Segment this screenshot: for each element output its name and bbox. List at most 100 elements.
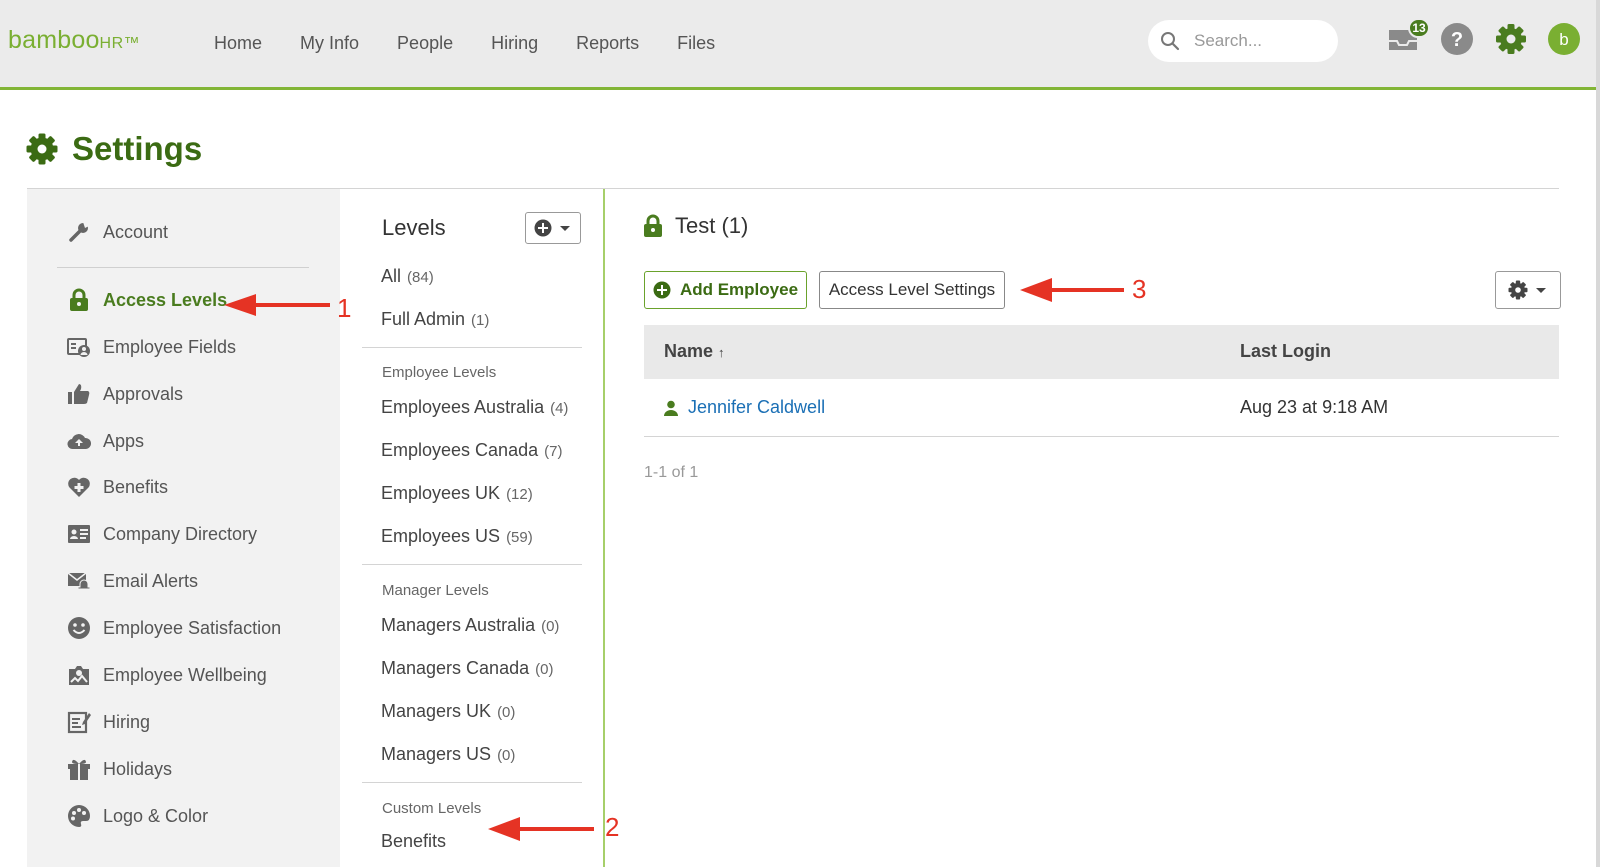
palette-icon bbox=[67, 804, 91, 828]
nav-reports[interactable]: Reports bbox=[576, 33, 639, 54]
avatar-icon: b bbox=[1548, 23, 1580, 55]
level-label: Full Admin bbox=[381, 309, 466, 329]
sidebar-item-employee-fields[interactable]: Employee Fields bbox=[67, 332, 236, 362]
sidebar-item-account[interactable]: Account bbox=[67, 217, 168, 247]
add-employee-label: Add Employee bbox=[679, 280, 799, 299]
sidebar-item-label: Employee Fields bbox=[103, 336, 237, 357]
level-count: (0) bbox=[497, 704, 516, 721]
access-level-settings-button[interactable]: Access Level Settings bbox=[819, 271, 1005, 309]
level-count: (1) bbox=[471, 312, 490, 329]
employee-name-link[interactable]: Jennifer Caldwell bbox=[688, 397, 825, 418]
top-nav-bar: bambooHR™ Home My Info People Hiring Rep… bbox=[0, 0, 1600, 90]
level-all[interactable]: All (84) bbox=[381, 266, 434, 287]
sidebar-item-email-alerts[interactable]: Email Alerts bbox=[67, 566, 198, 596]
column-name-header[interactable]: Name ↑ bbox=[664, 341, 725, 362]
help-icon: ? bbox=[1441, 23, 1473, 55]
level-label: Employees US bbox=[381, 526, 501, 546]
levels-divider bbox=[362, 782, 582, 783]
sidebar-item-label: Apps bbox=[103, 430, 145, 451]
bamboohr-logo[interactable]: bambooHR™ bbox=[8, 26, 140, 55]
profile-avatar[interactable]: b bbox=[1547, 22, 1581, 56]
table-row: Jennifer Caldwell Aug 23 at 9:18 AM bbox=[644, 379, 1559, 437]
caret-down-icon bbox=[560, 226, 570, 231]
last-login-value: Aug 23 at 9:18 AM bbox=[1240, 397, 1389, 417]
person-icon bbox=[664, 400, 678, 421]
sidebar-item-employee-wellbeing[interactable]: Employee Wellbeing bbox=[67, 660, 267, 690]
sidebar-item-apps[interactable]: Apps bbox=[67, 426, 144, 456]
annotation-arrow-2 bbox=[488, 817, 594, 841]
level-options-dropdown[interactable] bbox=[1495, 271, 1561, 309]
cloud-upload-icon bbox=[67, 429, 91, 453]
levels-divider bbox=[362, 564, 582, 565]
nav-hiring[interactable]: Hiring bbox=[491, 33, 538, 54]
custom-levels-heading: Custom Levels bbox=[382, 800, 482, 817]
level-employees-us[interactable]: Employees US (59) bbox=[381, 526, 533, 547]
level-full-admin[interactable]: Full Admin (1) bbox=[381, 309, 489, 330]
window-scrollbar[interactable] bbox=[1596, 0, 1600, 867]
access-level-settings-label: Access Level Settings bbox=[828, 280, 996, 299]
annotation-number-1: 1 bbox=[337, 293, 352, 323]
pagination-info: 1-1 of 1 bbox=[644, 464, 699, 481]
sidebar-item-label: Logo & Color bbox=[103, 805, 209, 826]
sidebar-item-label: Holidays bbox=[103, 758, 173, 779]
level-label: Managers UK bbox=[381, 701, 492, 721]
help-button[interactable]: ? bbox=[1440, 22, 1474, 56]
level-label: All bbox=[381, 266, 402, 286]
level-title: Test (1) bbox=[643, 213, 748, 239]
sidebar-item-access-levels[interactable]: Access Levels bbox=[67, 285, 227, 315]
manager-levels-heading: Manager Levels bbox=[382, 582, 489, 599]
sidebar-item-label: Hiring bbox=[103, 711, 151, 732]
svg-text:?: ? bbox=[1451, 29, 1463, 51]
level-employees-canada[interactable]: Employees Canada (7) bbox=[381, 440, 562, 461]
gift-icon bbox=[67, 757, 91, 781]
settings-button[interactable] bbox=[1494, 22, 1528, 56]
sidebar-item-hiring[interactable]: Hiring bbox=[67, 707, 150, 737]
level-managers-us[interactable]: Managers US (0) bbox=[381, 744, 515, 765]
wellbeing-icon bbox=[67, 663, 91, 687]
directory-card-icon bbox=[67, 522, 91, 546]
levels-divider bbox=[362, 347, 582, 348]
level-managers-australia[interactable]: Managers Australia (0) bbox=[381, 615, 559, 636]
add-employee-button[interactable]: Add Employee bbox=[644, 271, 807, 309]
level-label: Managers Canada bbox=[381, 658, 530, 678]
level-count: (0) bbox=[497, 747, 516, 764]
level-benefits[interactable]: Benefits bbox=[381, 831, 446, 852]
nav-people[interactable]: People bbox=[397, 33, 453, 54]
level-employees-uk[interactable]: Employees UK (12) bbox=[381, 483, 533, 504]
svg-text:b: b bbox=[1559, 30, 1568, 49]
sidebar-item-holidays[interactable]: Holidays bbox=[67, 754, 172, 784]
column-last-login-header[interactable]: Last Login bbox=[1240, 341, 1331, 362]
level-employees-australia[interactable]: Employees Australia (4) bbox=[381, 397, 568, 418]
nav-files[interactable]: Files bbox=[677, 33, 715, 54]
caret-down-icon bbox=[1536, 288, 1546, 293]
level-managers-uk[interactable]: Managers UK (0) bbox=[381, 701, 515, 722]
level-count: (12) bbox=[506, 486, 533, 503]
sidebar-item-approvals[interactable]: Approvals bbox=[67, 379, 183, 409]
sidebar-item-benefits[interactable]: Benefits bbox=[67, 472, 168, 502]
sidebar-item-label: Benefits bbox=[103, 476, 169, 497]
sidebar-item-company-directory[interactable]: Company Directory bbox=[67, 519, 257, 549]
sidebar-item-employee-satisfaction[interactable]: Employee Satisfaction bbox=[67, 613, 281, 643]
level-count: (0) bbox=[541, 618, 560, 635]
level-label: Employees Australia bbox=[381, 397, 545, 417]
sidebar-item-label: Email Alerts bbox=[103, 570, 199, 591]
nav-my-info[interactable]: My Info bbox=[300, 33, 359, 54]
sidebar-item-logo-color[interactable]: Logo & Color bbox=[67, 801, 208, 831]
level-label: Managers Australia bbox=[381, 615, 536, 635]
level-count: (7) bbox=[544, 443, 563, 460]
level-label: Employees Canada bbox=[381, 440, 539, 460]
level-label: Managers US bbox=[381, 744, 492, 764]
nav-home[interactable]: Home bbox=[214, 33, 262, 54]
search-input[interactable] bbox=[1192, 30, 1322, 52]
levels-heading: Levels bbox=[382, 215, 446, 240]
annotation-number-3: 3 bbox=[1132, 274, 1147, 304]
page-title: Settings bbox=[26, 130, 202, 168]
level-title-text: Test (1) bbox=[675, 213, 749, 238]
search-box[interactable] bbox=[1148, 20, 1338, 62]
sidebar-item-label: Employee Wellbeing bbox=[103, 664, 267, 685]
main-nav: Home My Info People Hiring Reports Files bbox=[190, 0, 753, 87]
inbox-button[interactable]: 13 bbox=[1386, 18, 1430, 56]
level-managers-canada[interactable]: Managers Canada (0) bbox=[381, 658, 553, 679]
add-level-dropdown-button[interactable] bbox=[525, 212, 581, 244]
clipboard-edit-icon bbox=[67, 710, 91, 734]
